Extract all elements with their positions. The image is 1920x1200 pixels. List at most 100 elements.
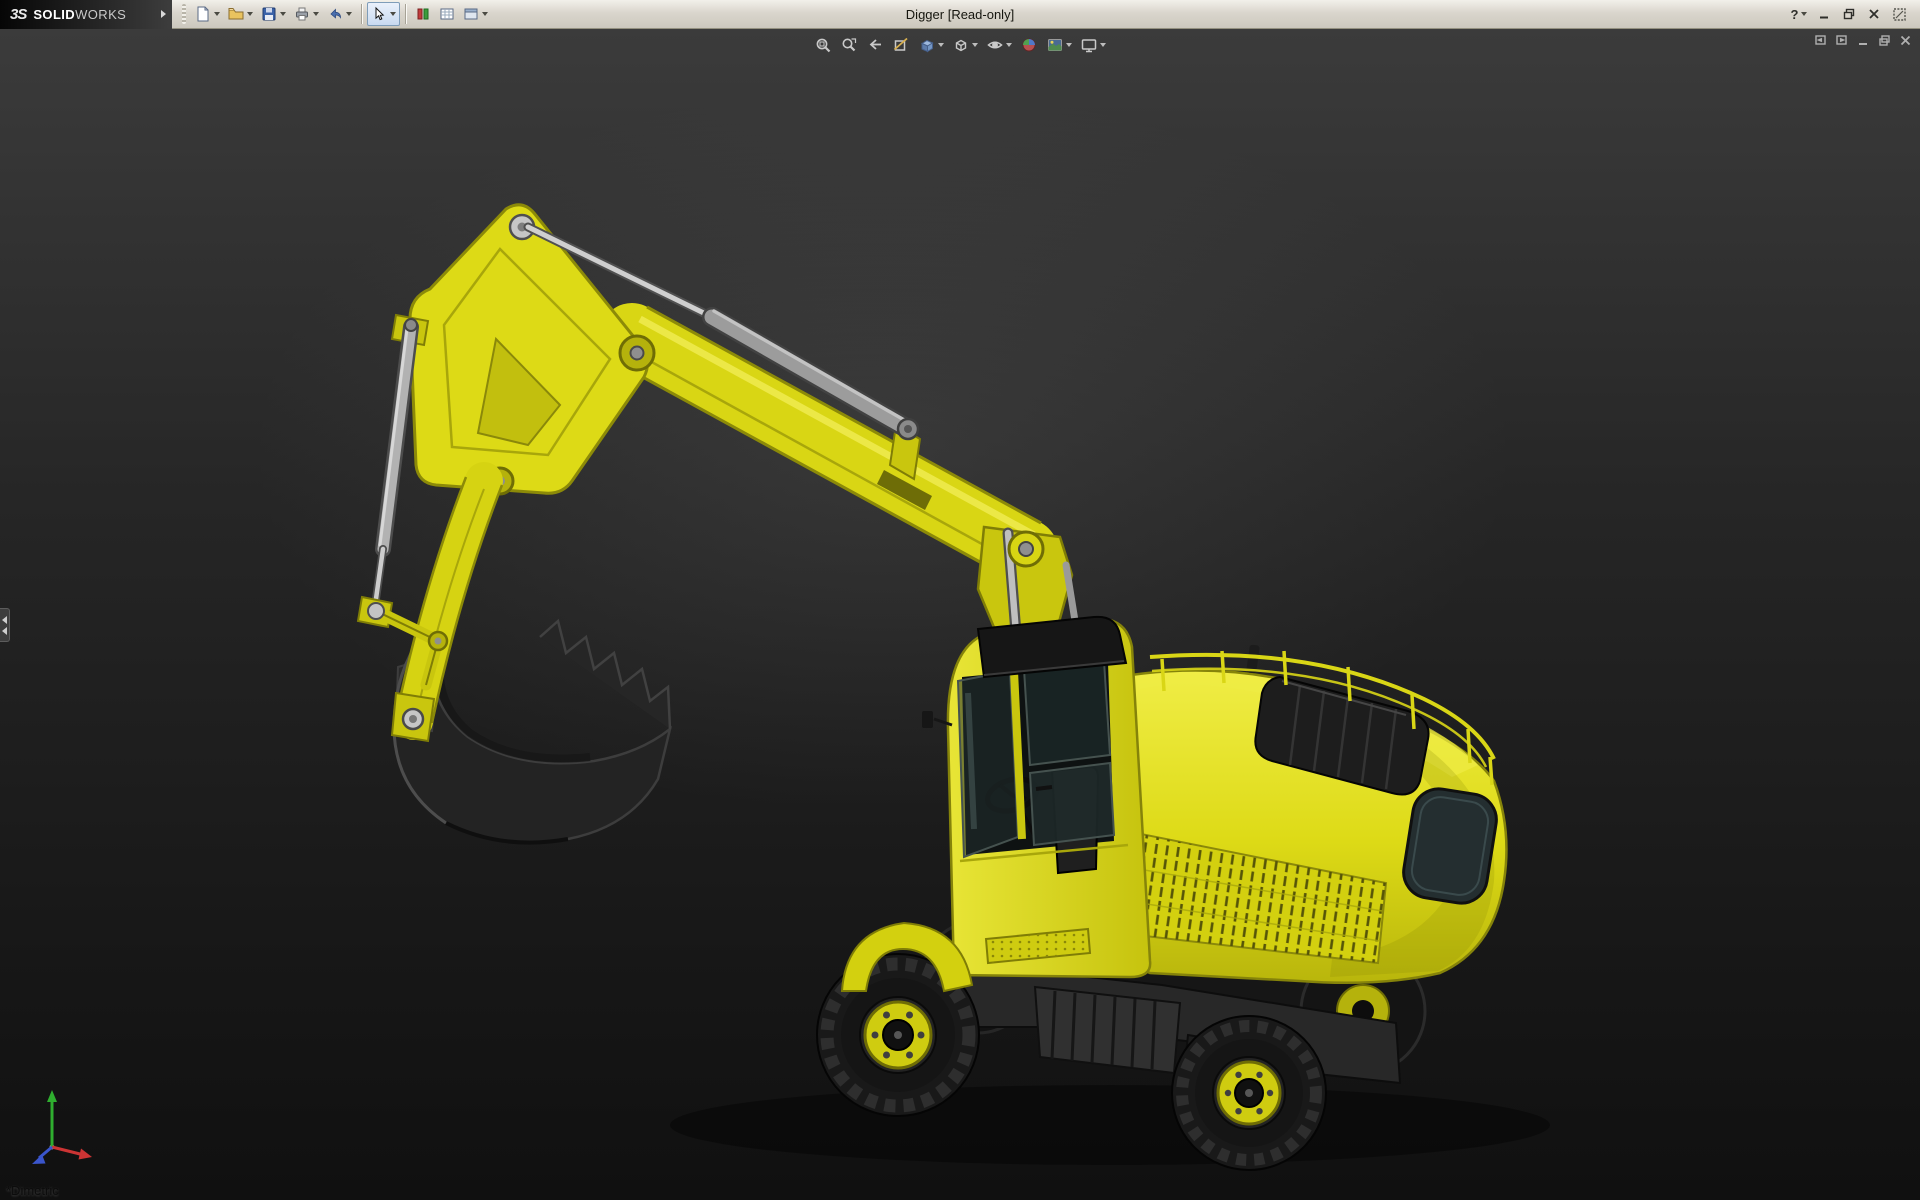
dropdown-caret-icon[interactable] (247, 12, 253, 16)
close-button[interactable] (1863, 4, 1885, 25)
brand-bold: SOLID (33, 6, 76, 22)
restore-document-button[interactable] (1878, 34, 1891, 47)
model-canvas[interactable] (0, 29, 1920, 1200)
view-orientation-button[interactable] (916, 35, 946, 55)
boom-arm[interactable] (408, 203, 1080, 639)
previous-view-button[interactable] (864, 35, 886, 55)
minimize-document-button[interactable] (1857, 34, 1870, 47)
side-mirror (922, 711, 933, 728)
close-document-button[interactable] (1899, 34, 1912, 47)
brand-text: SOLIDWORKS (33, 7, 126, 22)
solidworks-logo: 3S SOLIDWORKS (0, 0, 172, 29)
dropdown-caret-icon[interactable] (1006, 43, 1012, 47)
brand-light: WORKS (75, 6, 127, 22)
next-window-button[interactable] (1835, 34, 1849, 47)
bucket-teeth (539, 618, 672, 730)
ground-shadow (670, 1085, 1550, 1165)
document-window-controls (1813, 34, 1912, 47)
edit-appearance-button[interactable] (1018, 35, 1040, 55)
window-controls: ? (1788, 4, 1920, 25)
display-style-button[interactable] (950, 35, 980, 55)
print-icon (294, 6, 310, 22)
toolbar-drag-handle[interactable] (182, 4, 186, 24)
display-style-icon (952, 36, 970, 54)
undo-icon (327, 6, 343, 22)
solidworks-window: 3S SOLIDWORKS Digger [Read-only] ? *Dime… (0, 0, 1920, 1200)
standard-toolbar (172, 2, 492, 26)
view-orientation-label: *Dimetric (6, 1183, 59, 1198)
dropdown-caret-icon[interactable] (346, 12, 352, 16)
new-document-icon (195, 6, 211, 22)
print-button[interactable] (290, 2, 323, 26)
new-document-button[interactable] (191, 2, 224, 26)
view-settings-icon (1080, 36, 1098, 54)
view-settings-button[interactable] (1078, 35, 1108, 55)
toolbar-separator (405, 4, 406, 24)
close-icon (1868, 8, 1880, 20)
help-icon: ? (1790, 6, 1799, 22)
open-folder-icon (228, 6, 244, 22)
resources-pane-button[interactable] (1888, 4, 1910, 25)
dropdown-caret-icon[interactable] (390, 12, 396, 16)
graphics-area[interactable]: *Dimetric (0, 29, 1920, 1200)
previous-view-icon (866, 36, 884, 54)
zoom-to-area-button[interactable] (838, 35, 860, 55)
titlebar: 3S SOLIDWORKS Digger [Read-only] ? (0, 0, 1920, 29)
featuremanager-flyout-tab[interactable] (0, 608, 10, 642)
edit-color-icon (415, 6, 431, 22)
side-window (1022, 659, 1112, 767)
apply-scene-icon (1046, 36, 1064, 54)
zoom-to-fit-icon (814, 36, 832, 54)
dropdown-caret-icon[interactable] (280, 12, 286, 16)
logo-flyout-arrow-icon[interactable] (161, 10, 166, 18)
open-button[interactable] (224, 2, 257, 26)
dassault-3ds-icon: 3S (10, 5, 27, 23)
heads-up-toolbar (812, 35, 1108, 55)
help-button[interactable]: ? (1788, 4, 1810, 25)
sheet-properties-icon (439, 6, 455, 22)
dropdown-caret-icon[interactable] (214, 12, 220, 16)
save-button[interactable] (257, 2, 290, 26)
restore-icon (1843, 8, 1855, 20)
previous-window-button[interactable] (1813, 34, 1827, 47)
zoom-to-area-icon (840, 36, 858, 54)
sheet-properties-button[interactable] (435, 2, 459, 26)
edit-color-button[interactable] (411, 2, 435, 26)
save-floppy-icon (261, 6, 277, 22)
chevron-left-icon (2, 615, 7, 624)
dropdown-caret-icon[interactable] (1066, 43, 1072, 47)
dropdown-caret-icon[interactable] (482, 12, 488, 16)
dropdown-caret-icon[interactable] (313, 12, 319, 16)
stick-arm[interactable] (394, 462, 504, 740)
cab[interactable] (922, 615, 1152, 979)
resources-pane-icon (1892, 7, 1906, 21)
zoom-to-fit-button[interactable] (812, 35, 834, 55)
dropdown-caret-icon[interactable] (1801, 12, 1808, 16)
restore-button[interactable] (1838, 4, 1860, 25)
select-cursor-icon (371, 6, 387, 22)
boom-knuckle (408, 203, 656, 496)
orientation-triad (26, 1085, 98, 1174)
hide-show-items-button[interactable] (984, 35, 1014, 55)
hide-show-items-icon (986, 36, 1004, 54)
dropdown-caret-icon[interactable] (972, 43, 978, 47)
body-deck[interactable] (1100, 644, 1508, 985)
edit-appearance-icon (1020, 36, 1038, 54)
section-view-icon (892, 36, 910, 54)
undo-button[interactable] (323, 2, 356, 26)
dropdown-caret-icon[interactable] (938, 43, 944, 47)
view-orientation-cube-icon (918, 36, 936, 54)
toolbar-separator (361, 4, 362, 24)
apply-scene-button[interactable] (1044, 35, 1074, 55)
dropdown-caret-icon[interactable] (1100, 43, 1106, 47)
options-button[interactable] (459, 2, 492, 26)
minimize-button[interactable] (1813, 4, 1835, 25)
select-button[interactable] (367, 2, 400, 26)
door-window (1028, 761, 1116, 847)
section-view-button[interactable] (890, 35, 912, 55)
chevron-left-icon (2, 626, 7, 635)
rear-wheel[interactable] (1171, 1015, 1327, 1171)
x-axis (51, 1145, 85, 1157)
options-icon (463, 6, 479, 22)
minimize-icon (1818, 8, 1830, 20)
